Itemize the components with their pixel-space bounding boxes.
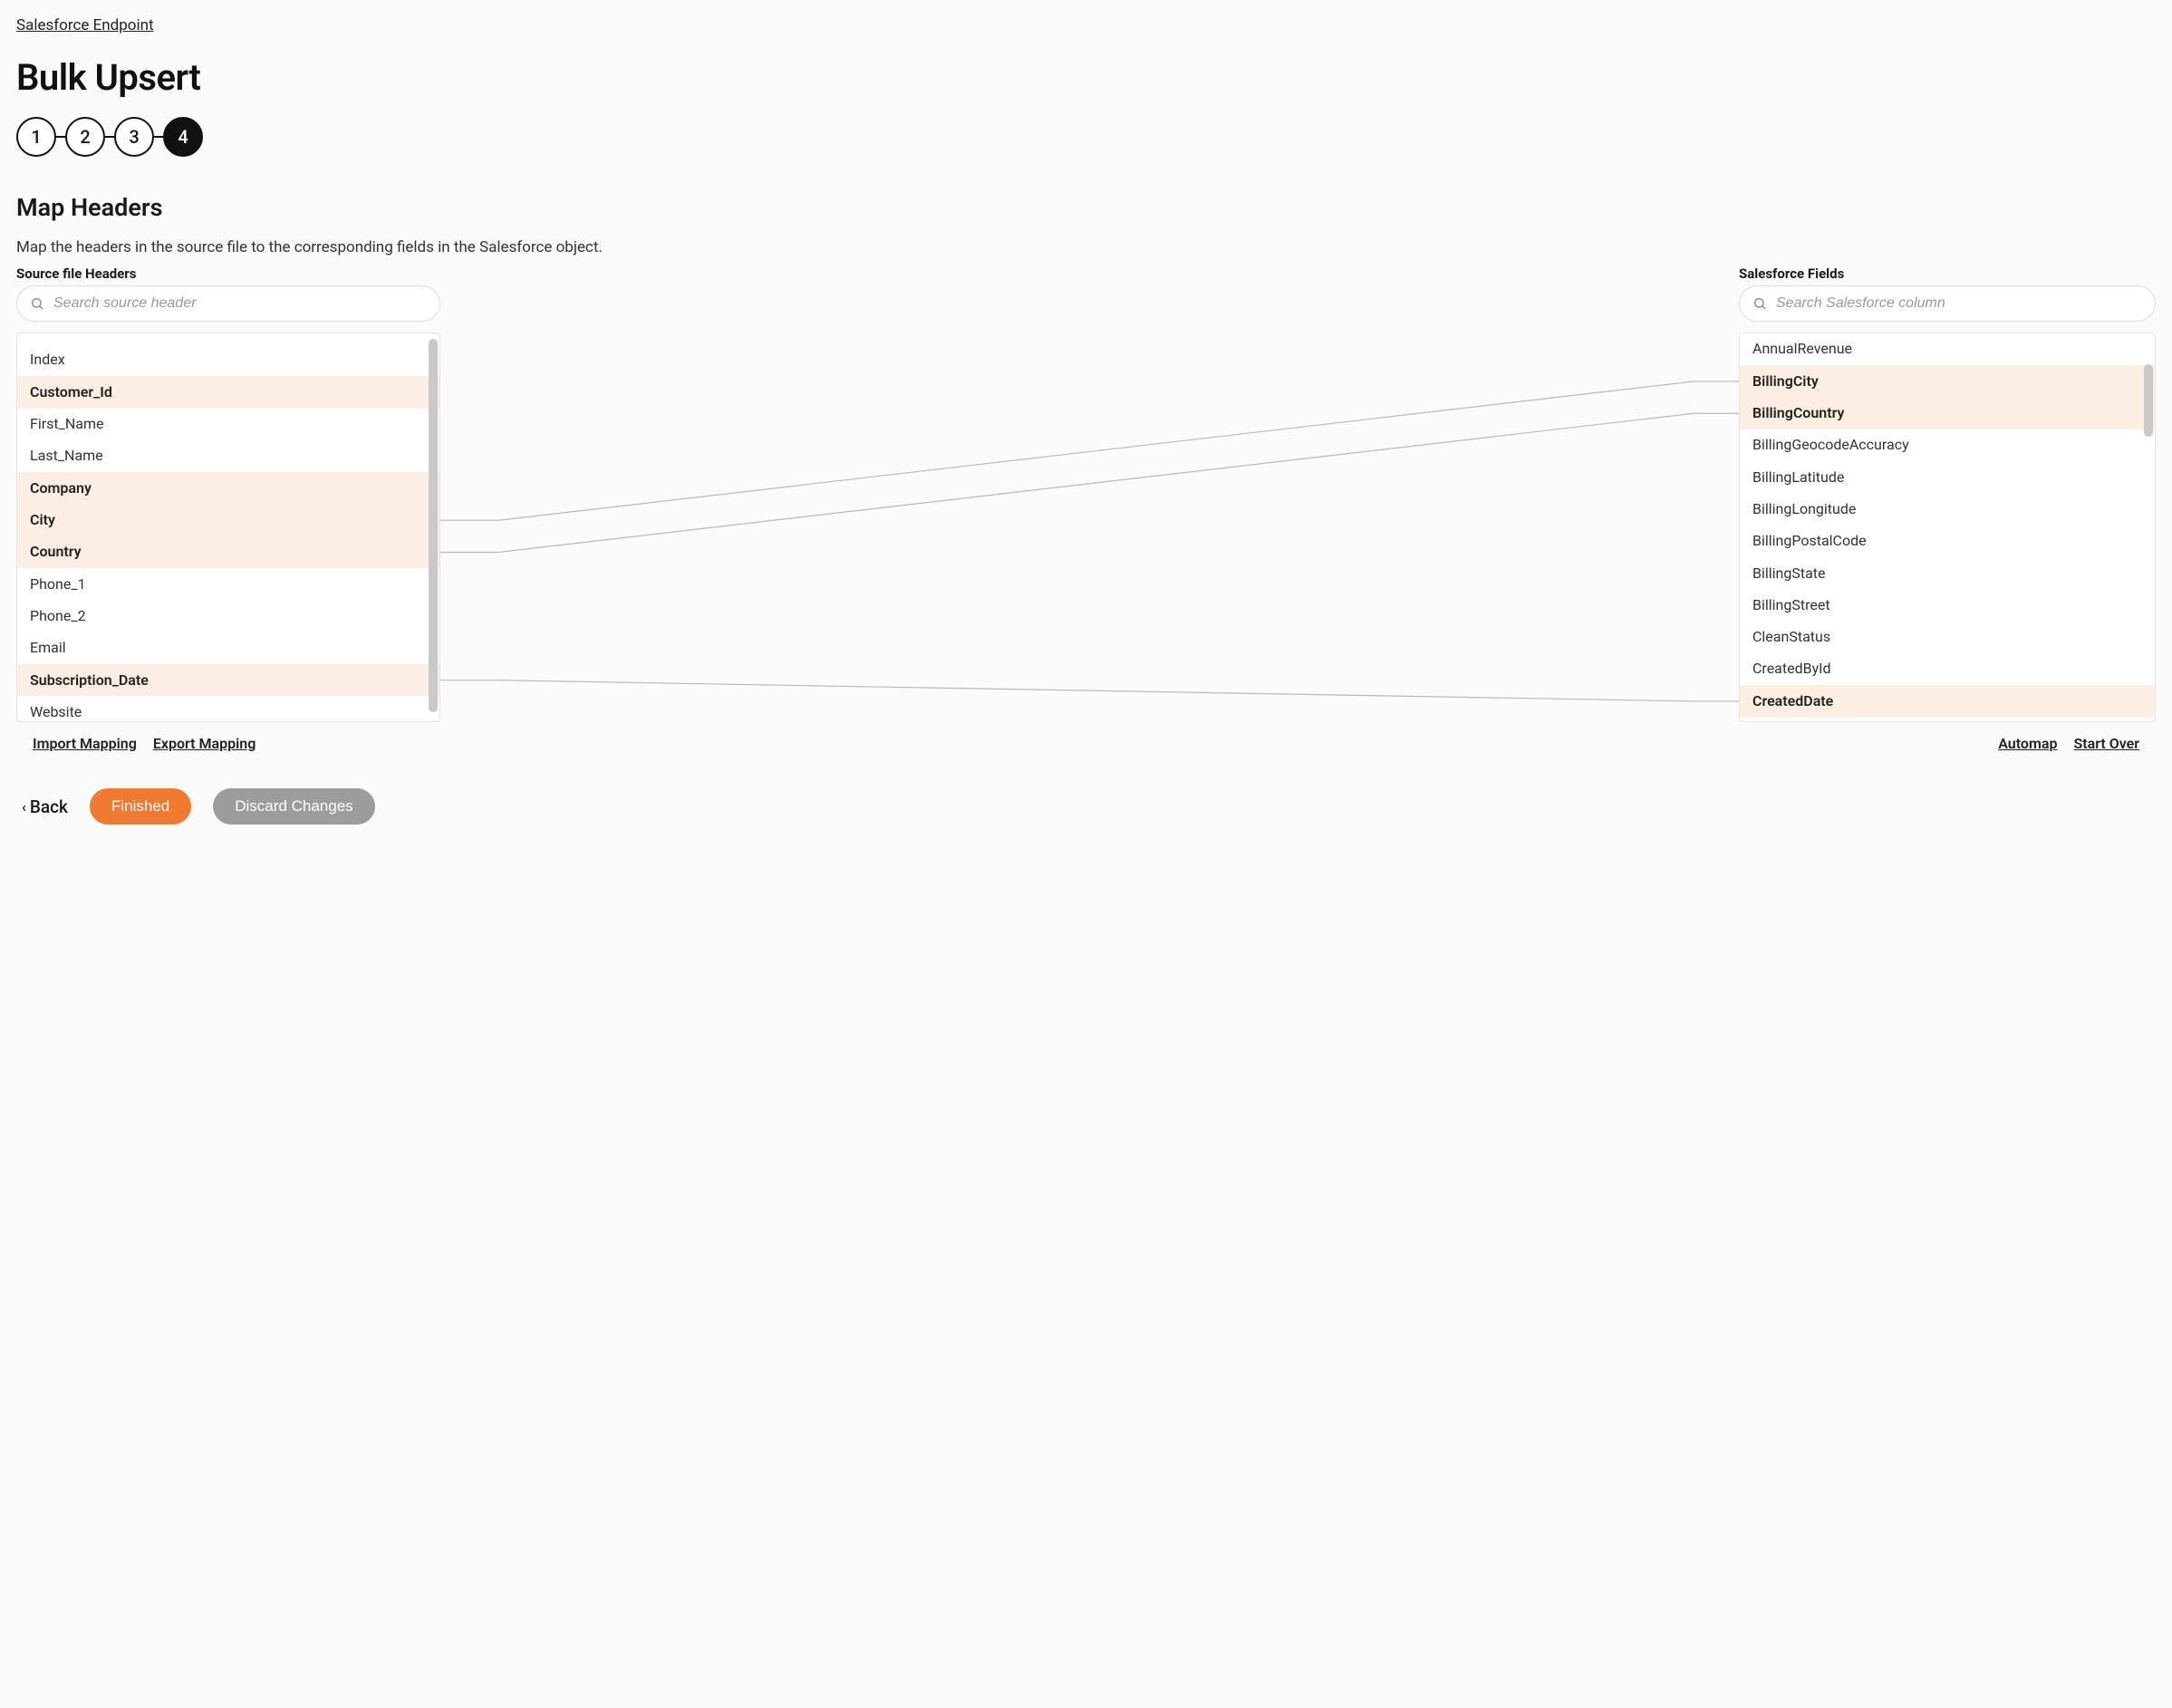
source-header-item[interactable]: Index bbox=[17, 333, 439, 376]
section-title: Map Headers bbox=[16, 193, 2156, 222]
salesforce-field-item[interactable]: BillingCountry bbox=[1740, 398, 2155, 429]
step-3[interactable]: 3 bbox=[114, 117, 154, 157]
source-header-item[interactable]: First_Name bbox=[17, 409, 439, 440]
scrollbar[interactable] bbox=[2144, 337, 2153, 718]
salesforce-field-item[interactable]: CleanStatus bbox=[1740, 622, 2155, 653]
source-header-item[interactable]: Phone_2 bbox=[17, 600, 439, 632]
salesforce-field-item[interactable]: BillingLongitude bbox=[1740, 493, 2155, 525]
back-button-label: Back bbox=[30, 796, 68, 817]
breadcrumb-link[interactable]: Salesforce Endpoint bbox=[16, 16, 154, 34]
search-icon bbox=[1752, 296, 1767, 311]
source-header-item[interactable]: Phone_1 bbox=[17, 568, 439, 600]
source-search[interactable] bbox=[16, 285, 440, 322]
salesforce-field-item[interactable]: AnnualRevenue bbox=[1740, 333, 2155, 365]
step-1[interactable]: 1 bbox=[16, 117, 56, 157]
salesforce-field-item[interactable]: BillingPostalCode bbox=[1740, 526, 2155, 557]
stepper: 1 2 3 4 bbox=[16, 117, 2156, 157]
chevron-left-icon: ‹ bbox=[22, 798, 26, 815]
salesforce-field-item[interactable]: CreatedDate bbox=[1740, 685, 2155, 717]
page-title: Bulk Upsert bbox=[16, 56, 2156, 99]
salesforce-field-item[interactable]: CreatedById bbox=[1740, 653, 2155, 685]
salesforce-fields-list[interactable]: AnnualRevenueBillingCityBillingCountryBi… bbox=[1739, 333, 2156, 722]
source-header-item[interactable]: City bbox=[17, 505, 439, 536]
salesforce-field-item[interactable]: BillingStreet bbox=[1740, 589, 2155, 621]
section-description: Map the headers in the source file to th… bbox=[16, 238, 2156, 256]
scrollbar[interactable] bbox=[429, 337, 438, 718]
step-2[interactable]: 2 bbox=[65, 117, 105, 157]
back-button[interactable]: ‹ Back bbox=[22, 796, 68, 817]
source-header-item[interactable]: Website bbox=[17, 696, 439, 721]
scrollbar-thumb[interactable] bbox=[2144, 364, 2153, 437]
source-header-item[interactable]: Subscription_Date bbox=[17, 664, 439, 696]
search-icon bbox=[30, 296, 44, 311]
step-connector bbox=[56, 136, 65, 138]
step-connector bbox=[105, 136, 114, 138]
export-mapping-link[interactable]: Export Mapping bbox=[153, 735, 256, 752]
source-header-item[interactable]: Country bbox=[17, 536, 439, 568]
step-4[interactable]: 4 bbox=[163, 117, 203, 157]
salesforce-field-item[interactable]: BillingCity bbox=[1740, 365, 2155, 397]
salesforce-search[interactable] bbox=[1739, 285, 2156, 322]
salesforce-field-item[interactable]: BillingLatitude bbox=[1740, 461, 2155, 493]
source-header-item[interactable]: Company bbox=[17, 472, 439, 504]
source-header-item[interactable]: Last_Name bbox=[17, 440, 439, 472]
source-headers-label: Source file Headers bbox=[16, 265, 440, 282]
salesforce-fields-label: Salesforce Fields bbox=[1739, 265, 2156, 282]
finished-button[interactable]: Finished bbox=[90, 788, 191, 825]
salesforce-search-input[interactable] bbox=[1776, 295, 2142, 312]
start-over-link[interactable]: Start Over bbox=[2073, 735, 2139, 752]
discard-changes-button[interactable]: Discard Changes bbox=[213, 788, 374, 825]
salesforce-field-item[interactable]: BillingGeocodeAccuracy bbox=[1740, 429, 2155, 461]
automap-link[interactable]: Automap bbox=[1998, 735, 2057, 752]
salesforce-field-item[interactable]: BillingState bbox=[1740, 557, 2155, 589]
source-search-input[interactable] bbox=[53, 295, 427, 312]
source-header-item[interactable]: Email bbox=[17, 632, 439, 664]
step-connector bbox=[154, 136, 163, 138]
source-headers-list[interactable]: IndexCustomer_IdFirst_NameLast_NameCompa… bbox=[16, 333, 440, 722]
import-mapping-link[interactable]: Import Mapping bbox=[33, 735, 137, 752]
scrollbar-thumb[interactable] bbox=[429, 339, 438, 712]
source-header-item[interactable]: Customer_Id bbox=[17, 376, 439, 408]
